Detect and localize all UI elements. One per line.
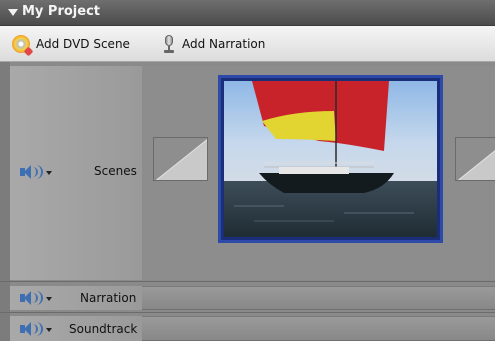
project-header[interactable]: My Project bbox=[0, 0, 495, 26]
scenes-volume-speaker-icon[interactable] bbox=[20, 165, 48, 179]
narration-volume-speaker-icon[interactable] bbox=[20, 291, 48, 305]
scenes-track-header: Scenes bbox=[10, 66, 142, 280]
soundtrack-track-label: Soundtrack bbox=[69, 322, 138, 336]
collapse-triangle-icon[interactable] bbox=[8, 9, 18, 16]
track-separator bbox=[0, 281, 495, 282]
scene-thumbnail-image bbox=[224, 81, 437, 237]
left-edge bbox=[0, 62, 10, 341]
narration-track-area[interactable] bbox=[142, 286, 495, 310]
track-separator bbox=[0, 312, 495, 313]
soundtrack-volume-speaker-icon[interactable] bbox=[20, 322, 48, 336]
empty-scene-slot-left[interactable] bbox=[153, 137, 208, 181]
empty-scene-slot-right[interactable] bbox=[455, 137, 495, 181]
toolbar: Add DVD Scene Add Narration bbox=[0, 26, 495, 62]
project-panel: My Project Add DVD Scene Add Narration S… bbox=[0, 0, 495, 341]
scenes-volume-dropdown-icon[interactable] bbox=[46, 171, 52, 175]
narration-track-label: Narration bbox=[80, 291, 137, 305]
narration-volume-dropdown-icon[interactable] bbox=[46, 297, 52, 301]
sailboat-image bbox=[224, 81, 437, 237]
scenes-track-label: Scenes bbox=[94, 164, 137, 178]
project-title: My Project bbox=[22, 4, 100, 19]
empty-scene-placeholder-icon bbox=[154, 138, 207, 180]
empty-scene-placeholder-icon bbox=[456, 138, 495, 180]
soundtrack-track-area[interactable] bbox=[142, 316, 495, 341]
add-narration-label: Add Narration bbox=[182, 37, 266, 51]
microphone-icon bbox=[162, 35, 176, 53]
soundtrack-volume-dropdown-icon[interactable] bbox=[46, 328, 52, 332]
add-narration-button[interactable]: Add Narration bbox=[162, 33, 265, 55]
add-dvd-scene-button[interactable]: Add DVD Scene bbox=[12, 33, 130, 55]
dvd-scene-icon bbox=[12, 35, 30, 53]
add-dvd-scene-label: Add DVD Scene bbox=[36, 37, 130, 51]
soundtrack-track-header: Soundtrack bbox=[10, 316, 142, 341]
selected-scene-thumbnail[interactable] bbox=[218, 75, 443, 243]
narration-track-header: Narration bbox=[10, 286, 142, 310]
